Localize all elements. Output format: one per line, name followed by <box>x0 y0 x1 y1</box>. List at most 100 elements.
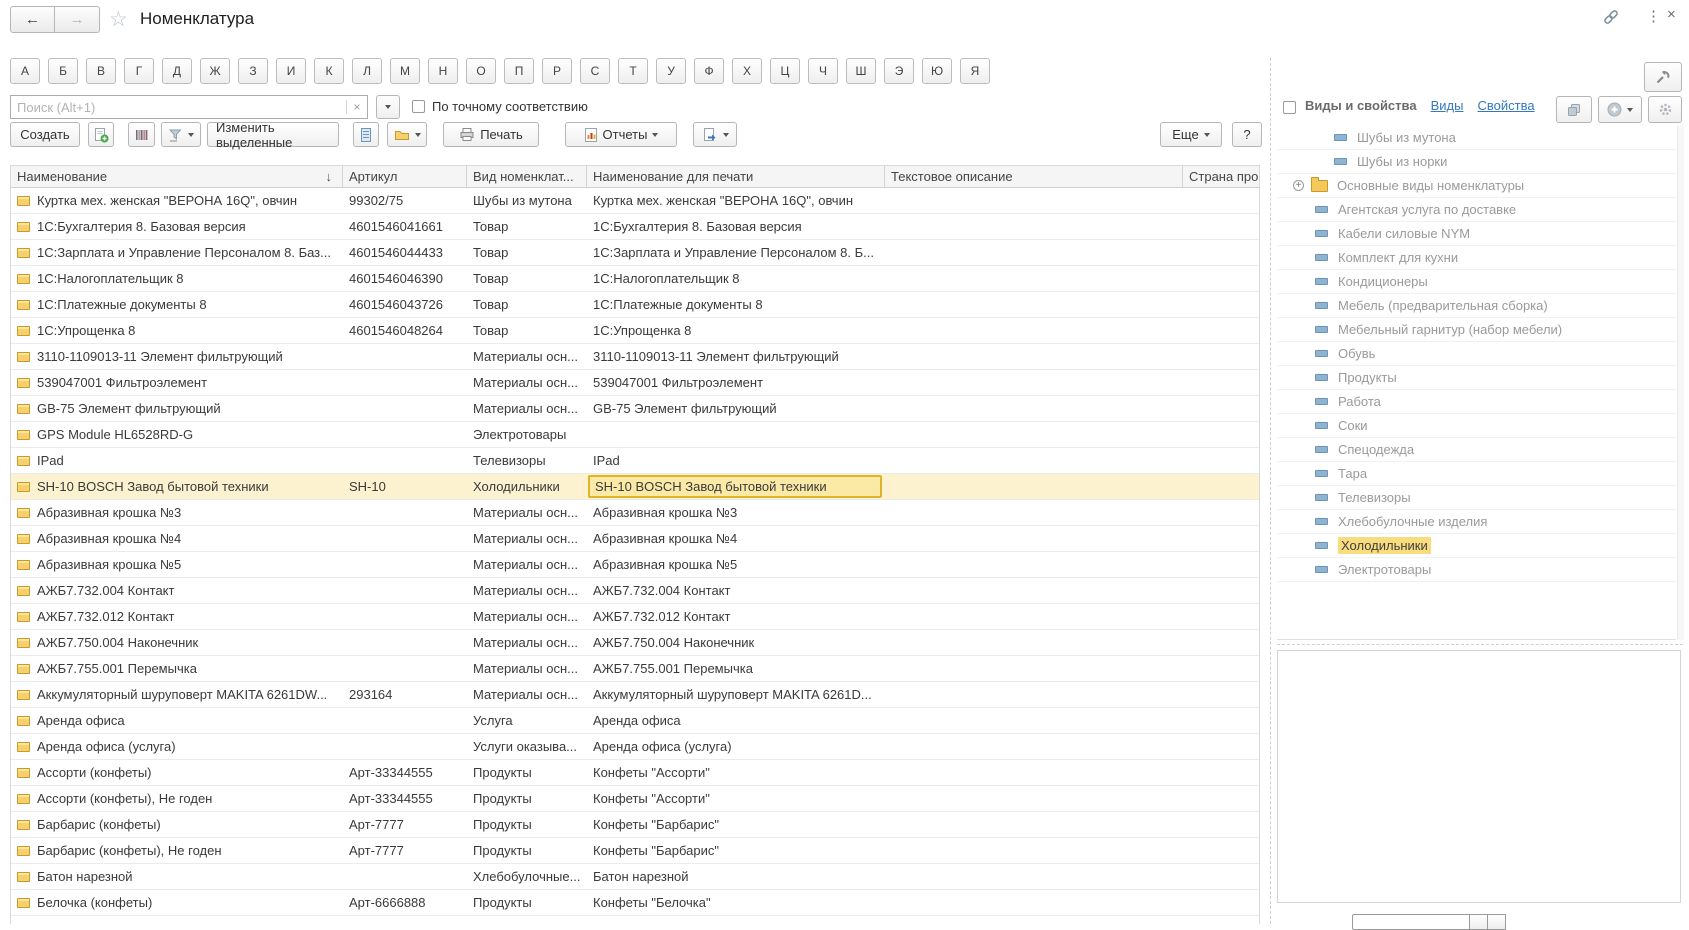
print-name-cell[interactable]: 1С:Упрощенка 8 <box>587 318 885 343</box>
article-cell[interactable]: SH-10 <box>343 474 467 499</box>
name-cell[interactable]: Абразивная крошка №3 <box>11 500 343 525</box>
print-name-cell[interactable]: 3110-1109013-11 Элемент фильтрующий <box>587 344 885 369</box>
article-cell[interactable] <box>343 344 467 369</box>
kind-cell[interactable]: Холодильники <box>467 474 587 499</box>
description-cell[interactable] <box>885 812 1183 837</box>
table-row[interactable]: АЖБ7.750.004 НаконечникМатериалы осн...А… <box>11 630 1259 656</box>
tree-item[interactable]: Электротовары <box>1277 558 1676 582</box>
article-cell[interactable]: 4601546046390 <box>343 266 467 291</box>
filter-button[interactable] <box>161 122 201 147</box>
article-cell[interactable] <box>343 630 467 655</box>
country-cell[interactable] <box>1183 526 1260 551</box>
exact-match-label[interactable]: По точному соответствию <box>432 99 588 114</box>
table-row[interactable]: Абразивная крошка №4Материалы осн...Абра… <box>11 526 1259 552</box>
description-cell[interactable] <box>885 292 1183 317</box>
print-name-cell[interactable]: Аренда офиса (услуга) <box>587 734 885 759</box>
table-row[interactable]: Куртка мех. женская "ВЕРОНА 16Q", овчин9… <box>11 188 1259 214</box>
country-cell[interactable] <box>1183 188 1260 213</box>
article-cell[interactable]: 4601546041661 <box>343 214 467 239</box>
create-button[interactable]: Создать <box>10 122 80 147</box>
description-cell[interactable] <box>885 396 1183 421</box>
alphabet-button-Д[interactable]: Д <box>162 58 192 84</box>
article-cell[interactable]: Арт-7777 <box>343 812 467 837</box>
name-cell[interactable]: Аренда офиса <box>11 708 343 733</box>
print-name-cell[interactable]: Абразивная крошка №5 <box>587 552 885 577</box>
folder-dropdown-button[interactable] <box>387 122 427 147</box>
table-row[interactable]: GB-75 Элемент фильтрующийМатериалы осн..… <box>11 396 1259 422</box>
article-cell[interactable] <box>343 708 467 733</box>
get-link-icon[interactable] <box>1602 8 1620 29</box>
search-dropdown-button[interactable] <box>376 95 400 119</box>
search-clear-icon[interactable]: × <box>346 100 367 114</box>
kind-cell[interactable]: Продукты <box>467 890 587 915</box>
kind-cell[interactable]: Материалы осн... <box>467 370 587 395</box>
export-dropdown-button[interactable] <box>693 122 737 147</box>
table-row[interactable]: 1С:Платежные документы 84601546043726Тов… <box>11 292 1259 318</box>
article-cell[interactable] <box>343 448 467 473</box>
list-settings-button[interactable] <box>353 122 379 147</box>
name-cell[interactable]: 539047001 Фильтроэлемент <box>11 370 343 395</box>
kind-cell[interactable]: Материалы осн... <box>467 656 587 681</box>
kind-cell[interactable]: Товар <box>467 318 587 343</box>
kind-cell[interactable]: Товар <box>467 292 587 317</box>
article-cell[interactable]: Арт-33344555 <box>343 786 467 811</box>
print-name-cell[interactable]: АЖБ7.732.004 Контакт <box>587 578 885 603</box>
alphabet-button-Х[interactable]: Х <box>732 58 762 84</box>
alphabet-button-Ч[interactable]: Ч <box>808 58 838 84</box>
country-cell[interactable] <box>1183 240 1260 265</box>
alphabet-button-С[interactable]: С <box>580 58 610 84</box>
country-cell[interactable] <box>1183 604 1260 629</box>
tree-item[interactable]: Соки <box>1277 414 1676 438</box>
tree-item[interactable]: Холодильники <box>1277 534 1676 558</box>
alphabet-button-О[interactable]: О <box>466 58 496 84</box>
description-cell[interactable] <box>885 578 1183 603</box>
country-cell[interactable] <box>1183 682 1260 707</box>
alphabet-button-Б[interactable]: Б <box>48 58 78 84</box>
alphabet-button-И[interactable]: И <box>276 58 306 84</box>
column-header[interactable]: Страна прои <box>1183 166 1260 187</box>
add-dropdown-button[interactable] <box>1598 96 1642 123</box>
print-name-cell[interactable]: 539047001 Фильтроэлемент <box>587 370 885 395</box>
kind-cell[interactable]: Услуга <box>467 708 587 733</box>
article-cell[interactable]: 4601546044433 <box>343 240 467 265</box>
tree-item[interactable]: Мебель (предварительная сборка) <box>1277 294 1676 318</box>
tree-item[interactable]: Работа <box>1277 390 1676 414</box>
description-cell[interactable] <box>885 604 1183 629</box>
article-cell[interactable] <box>343 500 467 525</box>
tree-item[interactable]: Шубы из мутона <box>1277 126 1676 150</box>
kind-cell[interactable]: Товар <box>467 214 587 239</box>
column-header[interactable]: Наименование для печати <box>587 166 885 187</box>
print-name-cell[interactable]: Абразивная крошка №4 <box>587 526 885 551</box>
country-cell[interactable] <box>1183 214 1260 239</box>
article-cell[interactable]: 99302/75 <box>343 188 467 213</box>
alphabet-button-Ю[interactable]: Ю <box>922 58 952 84</box>
kind-cell[interactable]: Материалы осн... <box>467 344 587 369</box>
alphabet-button-П[interactable]: П <box>504 58 534 84</box>
table-row[interactable]: Абразивная крошка №3Материалы осн...Абра… <box>11 500 1259 526</box>
name-cell[interactable]: АЖБ7.750.004 Наконечник <box>11 630 343 655</box>
alphabet-button-З[interactable]: З <box>238 58 268 84</box>
description-cell[interactable] <box>885 370 1183 395</box>
article-cell[interactable]: 4601546048264 <box>343 318 467 343</box>
alphabet-button-У[interactable]: У <box>656 58 686 84</box>
table-row[interactable]: АЖБ7.732.004 КонтактМатериалы осн...АЖБ7… <box>11 578 1259 604</box>
alphabet-button-Я[interactable]: Я <box>960 58 990 84</box>
country-cell[interactable] <box>1183 422 1260 447</box>
search-input[interactable] <box>11 97 346 117</box>
panel-checkbox[interactable] <box>1283 101 1296 114</box>
name-cell[interactable]: GB-75 Элемент фильтрующий <box>11 396 343 421</box>
description-cell[interactable] <box>885 500 1183 525</box>
name-cell[interactable]: Ассорти (конфеты) <box>11 760 343 785</box>
description-cell[interactable] <box>885 240 1183 265</box>
description-cell[interactable] <box>885 552 1183 577</box>
description-cell[interactable] <box>885 786 1183 811</box>
tree-item[interactable]: Продукты <box>1277 366 1676 390</box>
alphabet-button-Л[interactable]: Л <box>352 58 382 84</box>
reports-button[interactable]: Отчеты <box>565 122 677 147</box>
print-name-cell[interactable]: 1С:Налогоплательщик 8 <box>587 266 885 291</box>
scroll-right-button[interactable] <box>1488 914 1506 930</box>
description-cell[interactable] <box>885 708 1183 733</box>
table-row[interactable]: Батон нарезнойХлебобулочные...Батон наре… <box>11 864 1259 890</box>
panel-inner-splitter[interactable] <box>1277 644 1683 645</box>
print-name-cell[interactable]: 1С:Платежные документы 8 <box>587 292 885 317</box>
